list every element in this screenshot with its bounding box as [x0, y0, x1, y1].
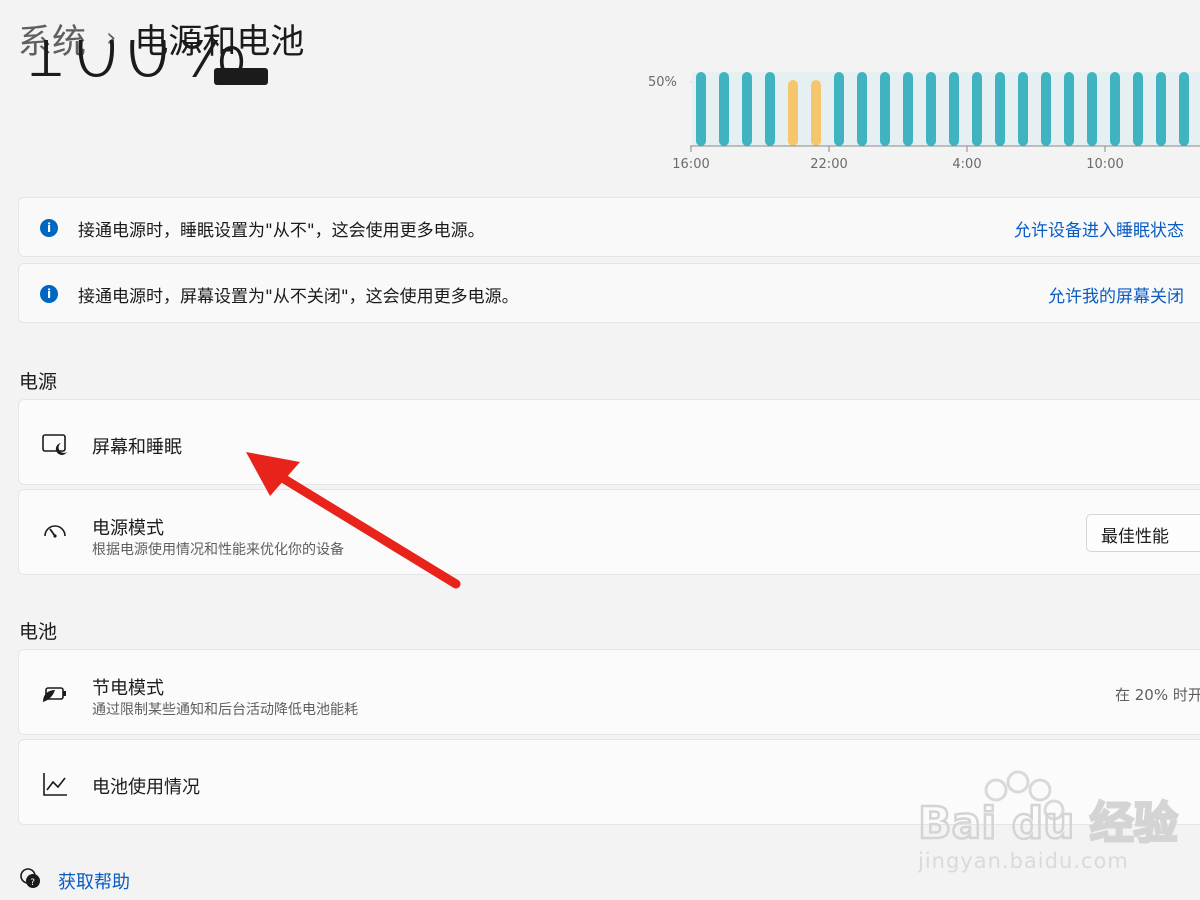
chart-bar-charging: [857, 72, 867, 146]
chart-bar-battery: [811, 80, 821, 146]
screen-warning-text: 接通电源时，屏幕设置为"从不关闭"，这会使用更多电源。: [78, 287, 519, 307]
battery-saver-subtitle: 通过限制某些通知和后台活动降低电池能耗: [92, 702, 358, 718]
battery-section-heading: 电池: [19, 621, 58, 643]
chart-bar-charging: [903, 72, 913, 146]
info-icon: i: [40, 285, 58, 303]
chart-bar-charging: [834, 72, 844, 146]
chart-bar-charging: [1133, 72, 1143, 146]
screen-sleep-title: 屏幕和睡眠: [92, 437, 182, 458]
power-mode-card: 电源模式 根据电源使用情况和性能来优化你的设备 最佳性能: [18, 489, 1200, 575]
power-mode-title: 电源模式: [92, 518, 164, 539]
watermark-brand: Bai du 经验: [918, 798, 1178, 849]
speedometer-icon: [44, 525, 66, 538]
chart-bar-charging: [1110, 72, 1120, 146]
chart-xtick-label: 4:00: [952, 157, 981, 172]
sleep-warning-banner: i 接通电源时，睡眠设置为"从不"，这会使用更多电源。 允许设备进入睡眠状态: [18, 197, 1200, 257]
battery-saver-card[interactable]: 节电模式 通过限制某些通知和后台活动降低电池能耗 在 20% 时开启: [18, 649, 1200, 735]
allow-screen-off-link[interactable]: 允许我的屏幕关闭: [1048, 282, 1184, 307]
battery-usage-chart: 50% 16:00 22:00 4:00 10:00: [648, 72, 1200, 172]
chart-ytick-50: 50%: [648, 75, 677, 90]
chart-bar-charging: [972, 72, 982, 146]
svg-text:?: ?: [30, 878, 35, 888]
chart-bar-charging: [742, 72, 752, 146]
chart-bar-battery: [788, 80, 798, 146]
power-mode-dropdown[interactable]: 最佳性能: [1086, 514, 1200, 552]
battery-saver-title: 节电模式: [92, 678, 164, 699]
info-icon: i: [40, 219, 58, 237]
chart-bar-charging: [1087, 72, 1097, 146]
chart-xtick-label: 10:00: [1086, 157, 1123, 172]
battery-saver-icon: [43, 687, 66, 702]
chart-xtick-label: 16:00: [672, 157, 709, 172]
battery-icon: [214, 68, 268, 85]
chart-bar-charging: [1156, 72, 1166, 146]
baidu-jingyan-watermark: Bai du 经验 jingyan.baidu.com: [918, 770, 1179, 873]
battery-saver-status: 在 20% 时开启: [1115, 686, 1200, 704]
chart-bar-charging: [1064, 72, 1074, 146]
chart-bar-charging: [1041, 72, 1051, 146]
chart-xtick-label: 22:00: [810, 157, 847, 172]
chart-bar-charging: [949, 72, 959, 146]
power-mode-subtitle: 根据电源使用情况和性能来优化你的设备: [92, 542, 344, 558]
chart-bar-charging: [926, 72, 936, 146]
chart-xticks: 16:00 22:00 4:00 10:00: [672, 146, 1124, 172]
chart-bar-charging: [1179, 72, 1189, 146]
power-section-heading: 电源: [19, 371, 58, 393]
line-chart-icon: [43, 773, 67, 796]
chart-bar-charging: [765, 72, 775, 146]
watermark-url: jingyan.baidu.com: [918, 849, 1129, 873]
chart-bar-charging: [880, 72, 890, 146]
chart-bar-charging: [696, 72, 706, 146]
chart-bar-charging: [719, 72, 729, 146]
get-help-link[interactable]: 获取帮助: [58, 868, 130, 894]
sleep-warning-text: 接通电源时，睡眠设置为"从不"，这会使用更多电源。: [78, 221, 485, 241]
battery-usage-title: 电池使用情况: [92, 777, 200, 798]
screen-sleep-card[interactable]: 屏幕和睡眠: [18, 399, 1200, 485]
screen-warning-banner: i 接通电源时，屏幕设置为"从不关闭"，这会使用更多电源。 允许我的屏幕关闭: [18, 263, 1200, 323]
chart-bar-charging: [995, 72, 1005, 146]
help-icon: ?: [20, 868, 40, 888]
chart-bar-charging: [1018, 72, 1028, 146]
screen-sleep-icon: [42, 434, 67, 455]
allow-sleep-link[interactable]: 允许设备进入睡眠状态: [1014, 216, 1184, 241]
